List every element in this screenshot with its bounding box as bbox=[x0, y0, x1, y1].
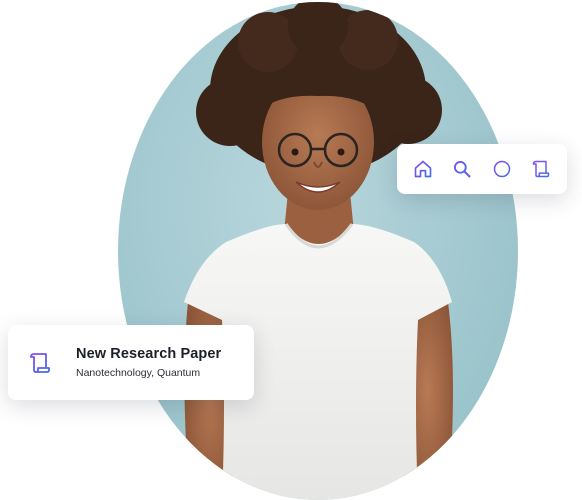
add-circle-icon bbox=[493, 160, 510, 178]
person-illustration bbox=[184, 2, 453, 500]
floating-toolbar bbox=[397, 144, 567, 194]
research-paper-card[interactable]: New Research Paper Nanotechnology, Quant… bbox=[8, 325, 254, 400]
search-icon bbox=[454, 161, 471, 178]
profile-photo bbox=[118, 2, 518, 500]
hero-illustration: New Research Paper Nanotechnology, Quant… bbox=[0, 0, 582, 500]
scroll-document-icon bbox=[28, 350, 52, 376]
search-button[interactable] bbox=[449, 156, 475, 182]
card-title: New Research Paper bbox=[76, 346, 222, 362]
add-button[interactable] bbox=[489, 156, 515, 182]
document-button[interactable] bbox=[528, 156, 554, 182]
scroll-document-icon bbox=[533, 160, 550, 178]
home-icon bbox=[414, 160, 432, 178]
card-subtitle: Nanotechnology, Quantum bbox=[76, 367, 201, 379]
home-button[interactable] bbox=[410, 156, 436, 182]
card-text: New Research Paper Nanotechnology, Quant… bbox=[76, 345, 221, 380]
